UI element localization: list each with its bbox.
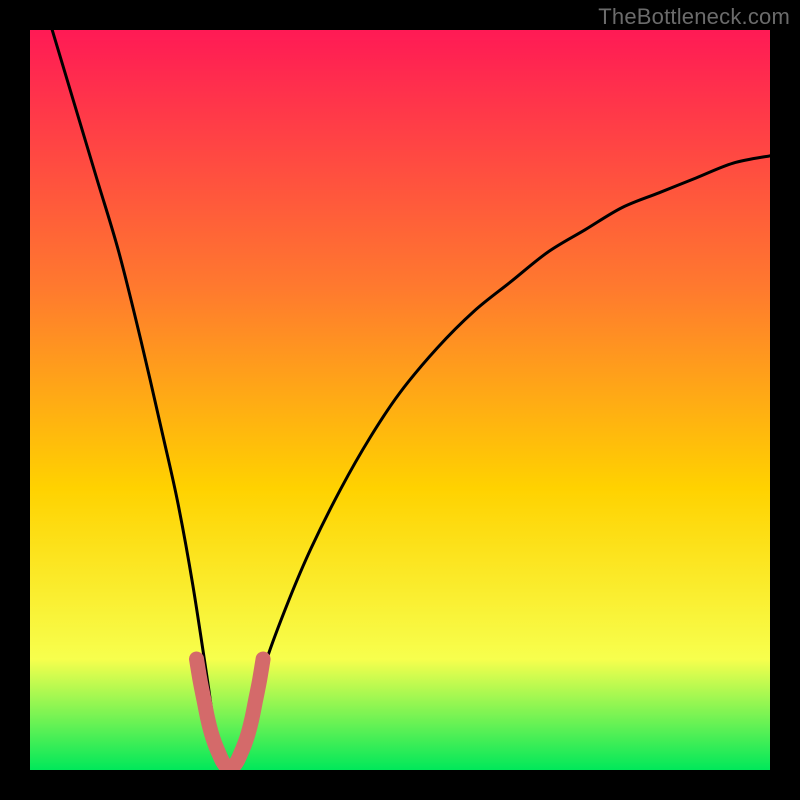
- gradient-bg: [30, 30, 770, 770]
- watermark-text: TheBottleneck.com: [598, 4, 790, 30]
- chart-frame: TheBottleneck.com: [0, 0, 800, 800]
- bottleneck-chart: [30, 30, 770, 770]
